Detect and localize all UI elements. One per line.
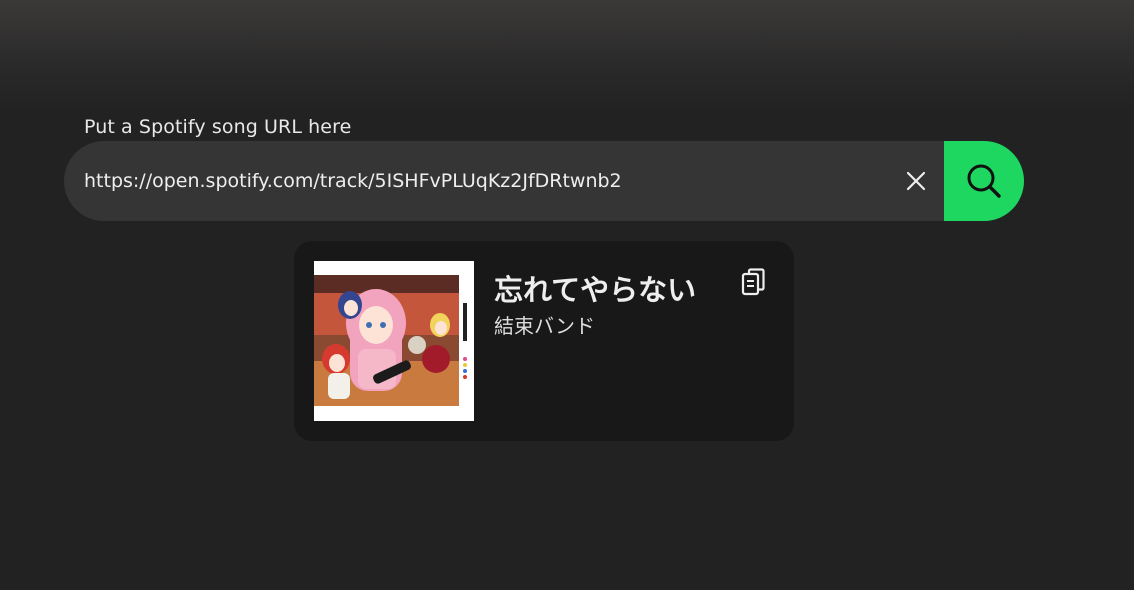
- search-button[interactable]: [944, 141, 1024, 221]
- track-artist: 結束バンド: [494, 314, 595, 338]
- album-art: [314, 261, 474, 421]
- copy-button[interactable]: [738, 267, 770, 299]
- track-title: 忘れてやらない: [494, 273, 697, 307]
- clear-button[interactable]: [896, 161, 936, 201]
- url-input[interactable]: [84, 141, 884, 221]
- search-bar: [64, 141, 1024, 221]
- result-card: 忘れてやらない 結束バンド: [294, 241, 794, 441]
- clipboard-icon: [741, 268, 765, 296]
- url-label: Put a Spotify song URL here: [84, 116, 352, 138]
- close-icon: [906, 171, 926, 191]
- search-icon: [967, 164, 1001, 198]
